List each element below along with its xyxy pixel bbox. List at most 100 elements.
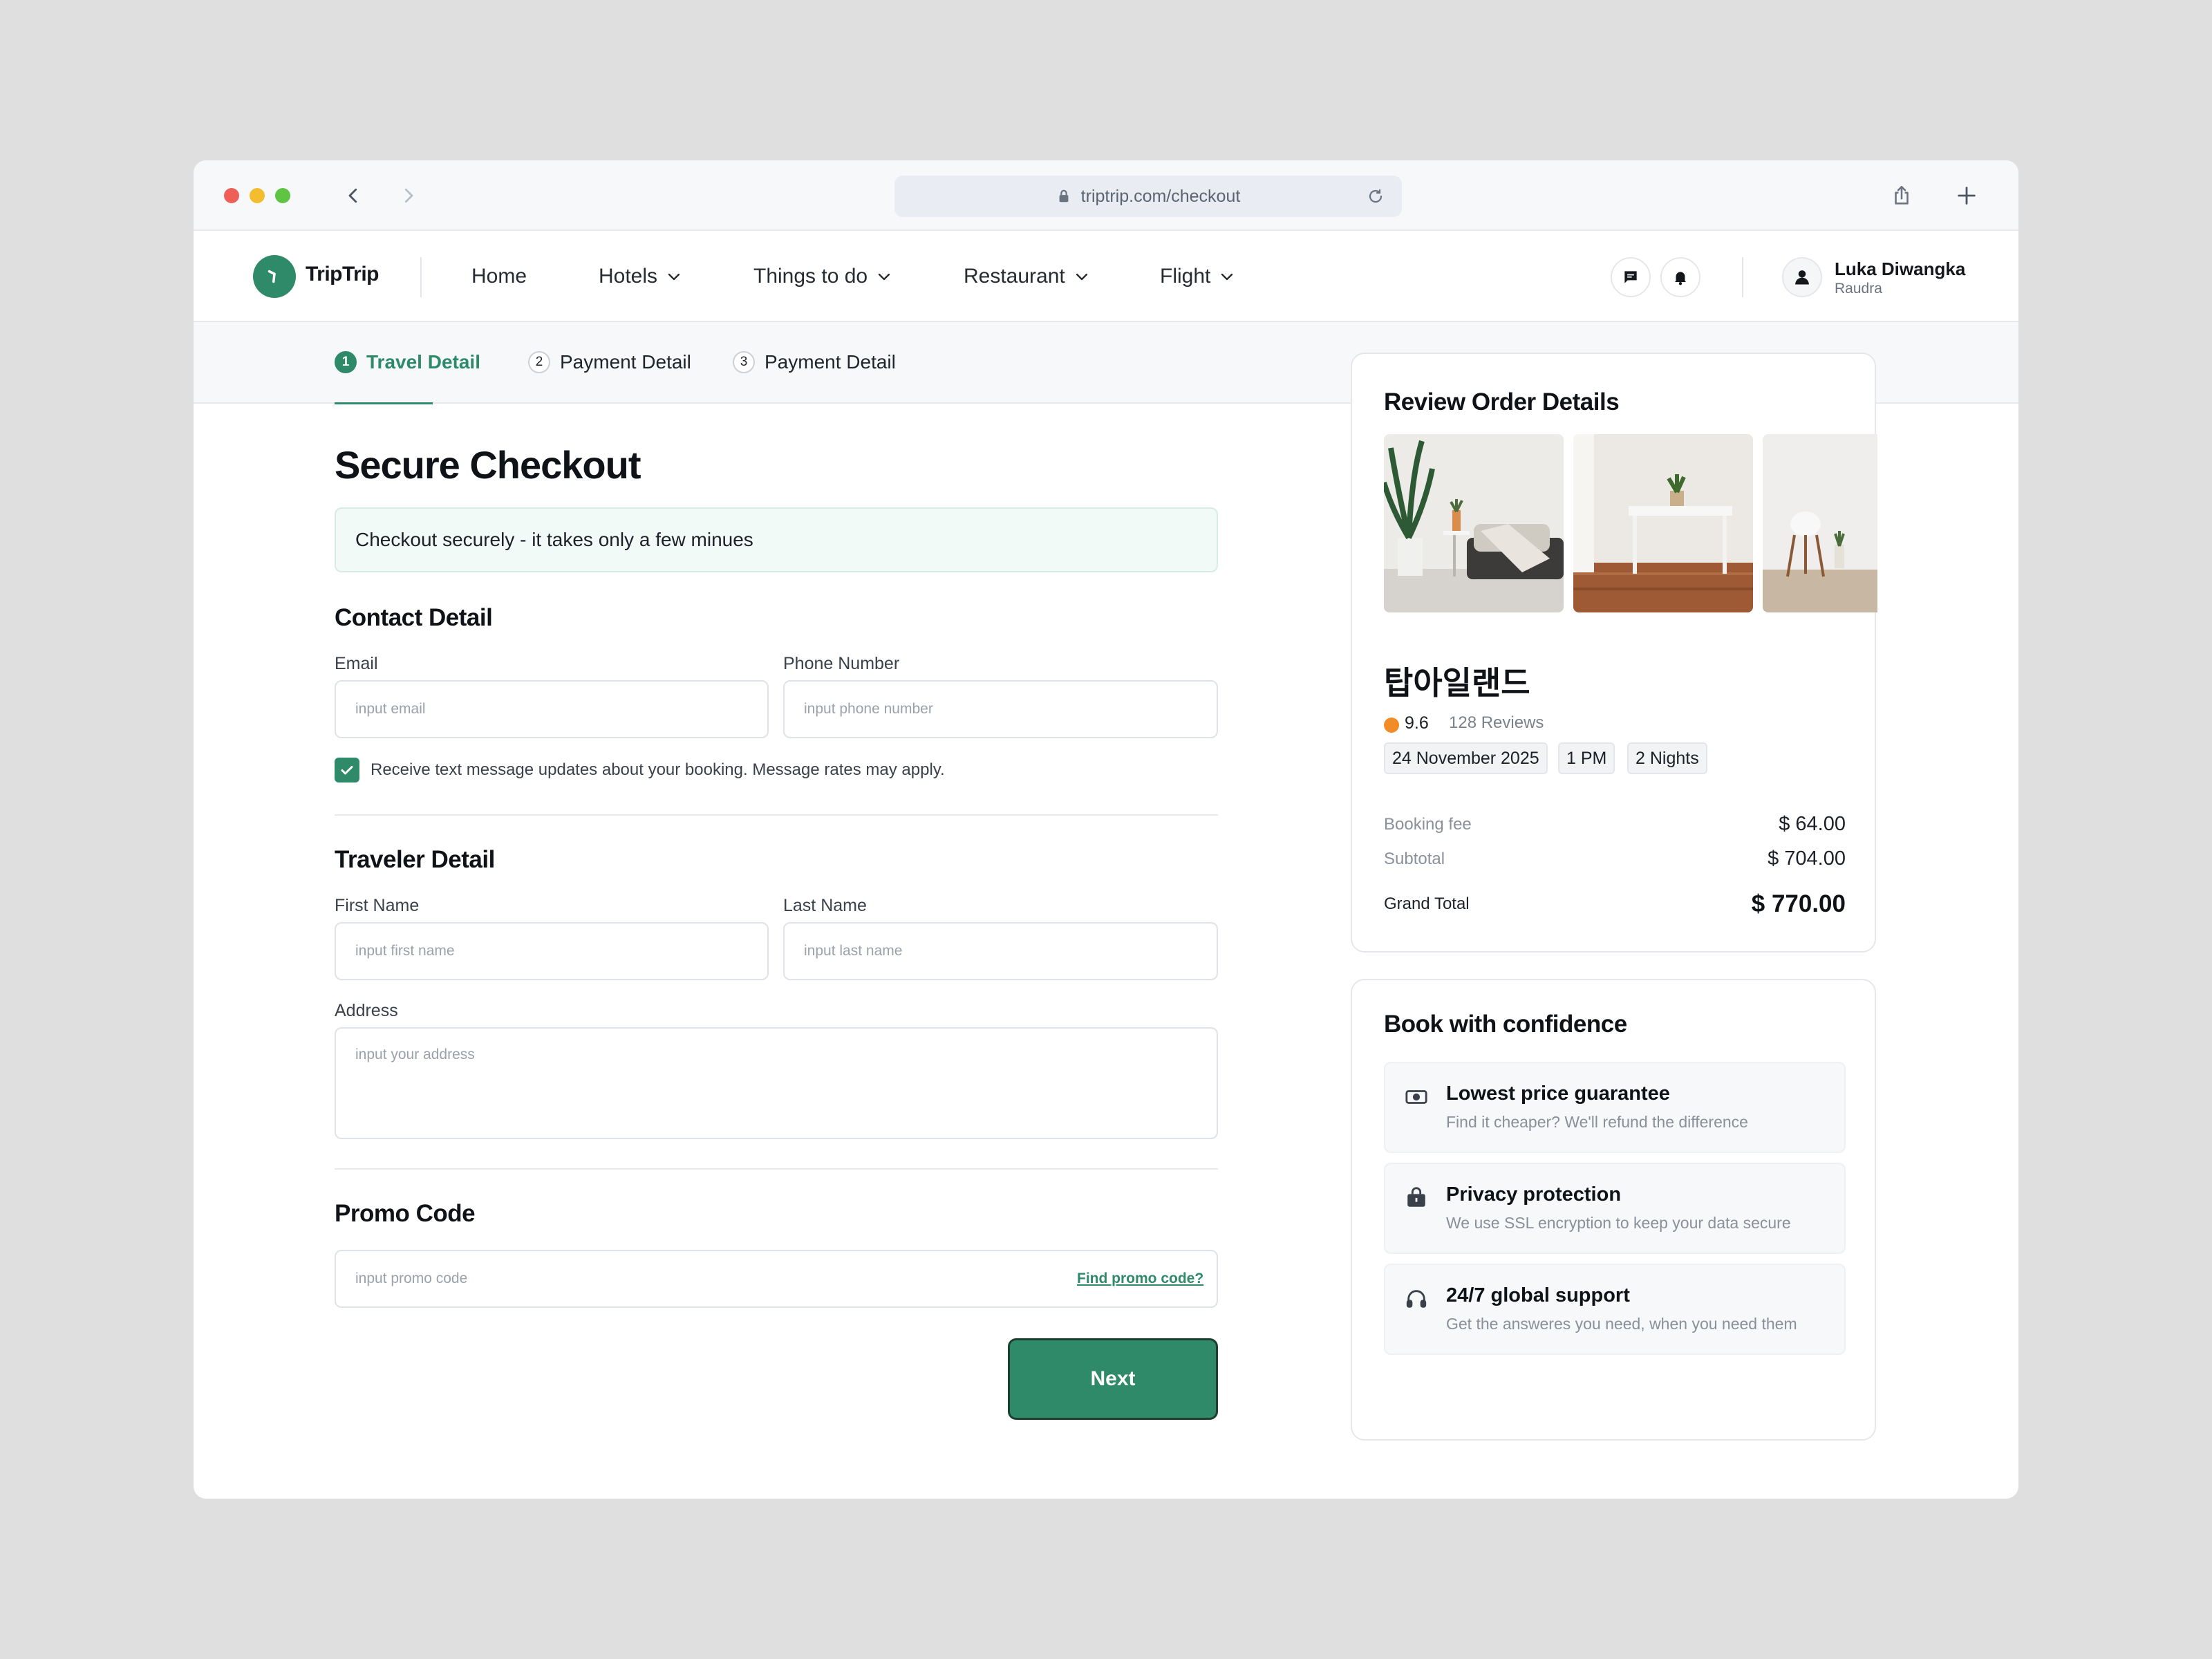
browser-toolbar: triptrip.com/checkout — [194, 160, 2018, 231]
grand-total-label: Grand Total — [1384, 894, 1470, 913]
review-order-card: Review Order Details 탑아일랜드 9.6 128 Revie… — [1351, 353, 1877, 953]
logo-icon[interactable] — [253, 255, 296, 298]
browser-window: triptrip.com/checkout TripTrip Home Hote… — [194, 160, 2018, 1499]
notifications-button[interactable] — [1660, 257, 1700, 297]
plus-icon — [1958, 187, 1976, 205]
menu-home-label: Home — [471, 265, 527, 288]
nights-chip: 2 Nights — [1627, 742, 1707, 774]
find-promo-link[interactable]: Find promo code? — [1077, 1271, 1203, 1287]
logo-text[interactable]: TripTrip — [306, 263, 379, 286]
booking-fee-row: Booking fee $ 64.00 — [1384, 813, 1846, 836]
info-banner: Checkout securely - it takes only a few … — [335, 507, 1218, 572]
cash-icon — [1405, 1090, 1427, 1104]
menu-things-to-do[interactable]: Things to do — [753, 231, 892, 322]
email-label: Email — [335, 654, 378, 673]
first-name-field[interactable] — [335, 922, 769, 980]
chevron-down-icon — [1221, 273, 1233, 281]
forward-button[interactable] — [393, 180, 424, 212]
booking-fee-label: Booking fee — [1384, 814, 1472, 834]
menu-things-to-do-label: Things to do — [753, 265, 868, 288]
subtotal-label: Subtotal — [1384, 849, 1445, 868]
step-number: 2 — [528, 351, 550, 373]
page-title: Secure Checkout — [335, 443, 641, 487]
feature-privacy: Privacy protection We use SSL encryption… — [1384, 1163, 1846, 1254]
rating-dot — [1384, 718, 1399, 733]
user-name[interactable]: Luka Diwangka — [1835, 259, 1965, 280]
step-number: 3 — [733, 351, 755, 373]
last-name-field[interactable] — [783, 922, 1218, 980]
window-close-dot[interactable] — [224, 188, 239, 203]
bell-icon — [1674, 272, 1687, 285]
step-travel-detail[interactable]: 1 Travel Detail — [335, 348, 480, 376]
step-payment-detail-2[interactable]: 3 Payment Detail — [733, 348, 896, 376]
chevron-left-icon — [348, 188, 357, 203]
step-label: Payment Detail — [560, 351, 691, 373]
check-icon — [341, 766, 353, 775]
menu-hotels-label: Hotels — [599, 265, 658, 288]
menu-restaurant-label: Restaurant — [964, 265, 1065, 288]
menu-restaurant[interactable]: Restaurant — [964, 231, 1090, 322]
subtotal-value: $ 704.00 — [1768, 847, 1846, 870]
avatar[interactable] — [1782, 257, 1822, 297]
first-name-label: First Name — [335, 896, 420, 915]
chevron-down-icon — [878, 273, 890, 281]
email-field[interactable] — [335, 680, 769, 738]
feature-description: Get the answeres you need, when you need… — [1446, 1315, 1797, 1333]
window-maximize-dot[interactable] — [275, 188, 290, 203]
menu-flight-label: Flight — [1160, 265, 1211, 288]
lock-bag-icon — [1407, 1187, 1425, 1207]
banner-text: Checkout securely - it takes only a few … — [355, 529, 753, 550]
reload-icon[interactable] — [1367, 188, 1384, 205]
chevron-down-icon — [668, 273, 680, 281]
chevron-down-icon — [1076, 273, 1087, 281]
back-button[interactable] — [337, 180, 369, 212]
menu-flight[interactable]: Flight — [1160, 231, 1235, 322]
grand-total-value: $ 770.00 — [1751, 890, 1846, 917]
confidence-title: Book with confidence — [1384, 1011, 1627, 1038]
traveler-detail-title: Traveler Detail — [335, 846, 495, 873]
last-name-label: Last Name — [783, 896, 867, 915]
headset-icon — [1406, 1290, 1427, 1308]
user-icon — [1795, 270, 1809, 285]
hotel-photo-1[interactable] — [1384, 434, 1564, 612]
confidence-card: Book with confidence Lowest price guaran… — [1351, 979, 1876, 1441]
date-chip: 24 November 2025 — [1384, 742, 1548, 774]
address-bar[interactable]: triptrip.com/checkout — [894, 176, 1402, 217]
booking-fee-value: $ 64.00 — [1779, 813, 1846, 835]
sms-updates-label[interactable]: Receive text message updates about your … — [371, 760, 945, 780]
feature-title: Privacy protection — [1446, 1183, 1622, 1206]
feature-description: Find it cheaper? We'll refund the differ… — [1446, 1113, 1748, 1131]
sms-updates-checkbox[interactable] — [335, 758, 359, 782]
app-header: TripTrip Home Hotels Things to do Restau… — [194, 231, 2018, 322]
step-label: Payment Detail — [765, 351, 896, 373]
step-payment-detail[interactable]: 2 Payment Detail — [528, 348, 691, 376]
hotel-photo-3[interactable] — [1763, 434, 1877, 612]
share-icon — [1895, 185, 1909, 205]
feature-support: 24/7 global support Get the answeres you… — [1384, 1264, 1846, 1355]
promo-code-title: Promo Code — [335, 1200, 476, 1227]
address-label: Address — [335, 1001, 398, 1020]
feature-title: 24/7 global support — [1446, 1284, 1630, 1306]
step-number: 1 — [335, 351, 357, 373]
feature-description: We use SSL encryption to keep your data … — [1446, 1214, 1791, 1232]
url-text: triptrip.com/checkout — [1080, 186, 1241, 206]
lock-icon — [1059, 189, 1069, 203]
section-divider — [335, 814, 1218, 816]
header-divider — [1742, 257, 1743, 297]
next-button[interactable]: Next — [1008, 1338, 1218, 1420]
phone-field[interactable] — [783, 680, 1218, 738]
rating-score: 9.6 — [1405, 713, 1429, 733]
share-button[interactable] — [1884, 178, 1919, 213]
active-step-indicator — [335, 402, 433, 404]
messages-button[interactable] — [1611, 257, 1651, 297]
time-chip: 1 PM — [1558, 742, 1615, 774]
review-count[interactable]: 128 Reviews — [1449, 713, 1544, 733]
new-tab-button[interactable] — [1949, 178, 1984, 213]
menu-hotels[interactable]: Hotels — [599, 231, 682, 322]
hotel-photo-2[interactable] — [1573, 434, 1753, 612]
header-divider — [420, 257, 422, 297]
contact-detail-title: Contact Detail — [335, 604, 493, 631]
address-field[interactable] — [335, 1027, 1218, 1139]
window-minimize-dot[interactable] — [250, 188, 265, 203]
menu-home[interactable]: Home — [471, 231, 527, 322]
